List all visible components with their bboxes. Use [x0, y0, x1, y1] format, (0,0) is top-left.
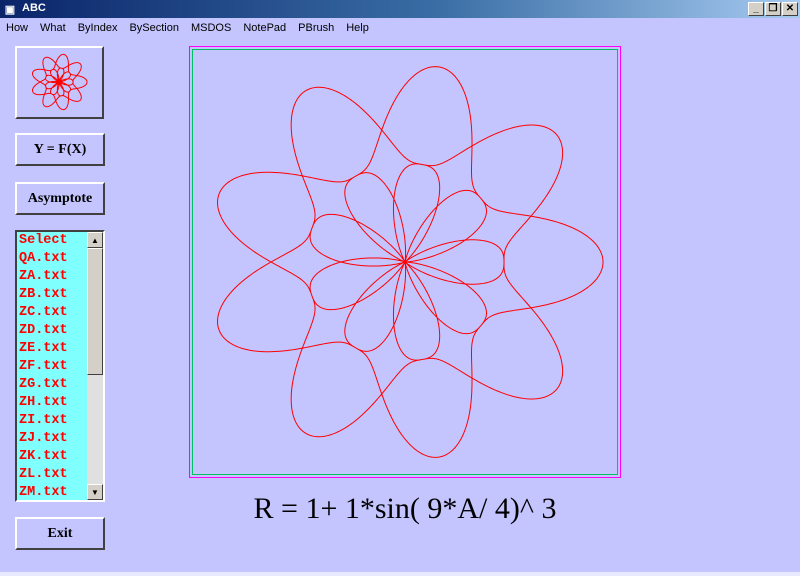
list-item[interactable]: ZB.txt: [17, 286, 87, 304]
polar-curve: [217, 66, 604, 458]
close-button[interactable]: ✕: [782, 2, 798, 16]
plot-inner-frame: [192, 49, 618, 475]
list-item[interactable]: ZI.txt: [17, 412, 87, 430]
list-item[interactable]: ZD.txt: [17, 322, 87, 340]
list-item[interactable]: ZA.txt: [17, 268, 87, 286]
exit-button[interactable]: Exit: [15, 517, 105, 550]
title-bar: ▣ ABC _ ❐ ✕: [0, 0, 800, 18]
menu-what[interactable]: What: [34, 22, 72, 34]
list-item[interactable]: ZJ.txt: [17, 430, 87, 448]
scroll-up-icon[interactable]: ▲: [87, 232, 103, 248]
polar-curve-plot: [217, 66, 604, 458]
menu-help[interactable]: Help: [340, 22, 375, 34]
list-item[interactable]: ZE.txt: [17, 340, 87, 358]
scroll-down-icon[interactable]: ▼: [87, 484, 103, 500]
list-item[interactable]: ZG.txt: [17, 376, 87, 394]
list-scrollbar[interactable]: ▲ ▼: [87, 232, 103, 500]
list-item[interactable]: ZF.txt: [17, 358, 87, 376]
menu-pbrush[interactable]: PBrush: [292, 22, 340, 34]
thumbnail-polar-curve: [31, 53, 88, 111]
menu-msdos[interactable]: MSDOS: [185, 22, 237, 34]
plot-area: [189, 46, 621, 478]
list-item[interactable]: ZK.txt: [17, 448, 87, 466]
list-item[interactable]: ZC.txt: [17, 304, 87, 322]
file-listbox[interactable]: Select QA.txt ZA.txt ZB.txt ZC.txt ZD.txt ZE.t…: [15, 230, 105, 502]
formula-label: R = 1+ 1*sin( 9*A/ 4)^ 3: [253, 492, 557, 525]
thumbnail-preview[interactable]: [15, 46, 104, 119]
list-item-select[interactable]: Select: [17, 232, 87, 250]
asymptote-button[interactable]: Asymptote: [15, 182, 105, 215]
bottom-edge: [0, 572, 800, 576]
app-icon[interactable]: ▣: [3, 2, 17, 16]
menu-bar: How What ByIndex BySection MSDOS NotePad…: [0, 18, 800, 38]
list-item[interactable]: ZM.txt: [17, 484, 87, 500]
menu-notepad[interactable]: NotePad: [237, 22, 292, 34]
window-title: ABC: [22, 2, 46, 14]
thumbnail-curve: [31, 53, 88, 111]
list-item[interactable]: QA.txt: [17, 250, 87, 268]
list-item[interactable]: ZL.txt: [17, 466, 87, 484]
menu-byindex[interactable]: ByIndex: [72, 22, 124, 34]
maximize-button[interactable]: ❐: [765, 2, 781, 16]
menu-how[interactable]: How: [0, 22, 34, 34]
file-list-items: Select QA.txt ZA.txt ZB.txt ZC.txt ZD.txt ZE.t…: [17, 232, 87, 500]
menu-bysection[interactable]: BySection: [123, 22, 185, 34]
list-item[interactable]: ZH.txt: [17, 394, 87, 412]
scroll-thumb[interactable]: [87, 248, 103, 375]
yfx-button[interactable]: Y = F(X): [15, 133, 105, 166]
minimize-button[interactable]: _: [748, 2, 764, 16]
